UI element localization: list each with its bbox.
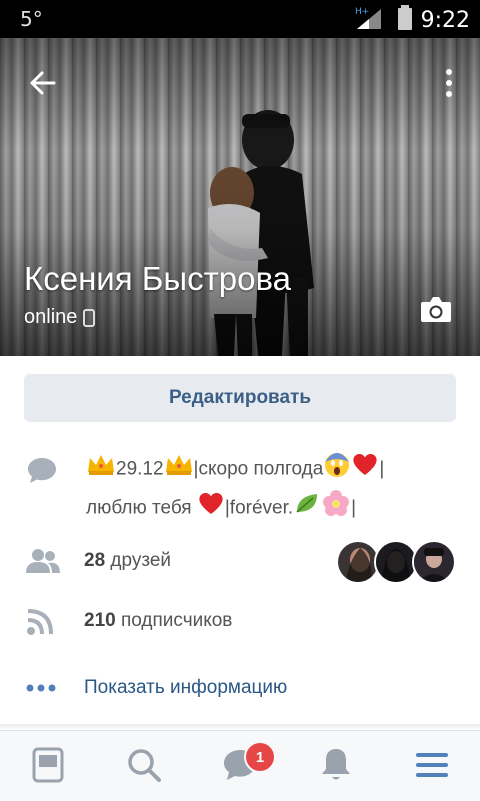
- battery-icon: [397, 5, 413, 36]
- newsfeed-icon[interactable]: [28, 745, 68, 785]
- friends-count: 28: [84, 550, 106, 571]
- flower-emoji-icon: [321, 489, 351, 528]
- scream-emoji-icon: [323, 450, 351, 489]
- bottom-tab-bar: [0, 730, 480, 801]
- status-text-line2: люблю тебя: [86, 497, 192, 519]
- status-end-bar: |: [351, 497, 357, 519]
- status-bar: 5° H+ 9:22: [0, 0, 480, 38]
- more-options-icon[interactable]: [442, 66, 456, 100]
- friends-avatars[interactable]: [336, 540, 456, 584]
- friends-icon: [26, 549, 60, 573]
- speech-bubble-icon: [28, 458, 56, 483]
- profile-status: 29.12 |скоро полгода | люблю тебя |forévеr…: [86, 450, 456, 528]
- status-text-forever: |forévеr.: [224, 497, 294, 519]
- subscribers-label: подписчиков: [120, 610, 233, 631]
- friends-link[interactable]: 28 друзей: [84, 550, 171, 572]
- dots-icon: [26, 684, 56, 692]
- show-info-link[interactable]: Показать информацию: [84, 677, 287, 699]
- network-type-text: H+: [355, 7, 369, 17]
- profile-name: Ксения Быстрова: [24, 260, 291, 297]
- heart-emoji-icon: [197, 490, 225, 527]
- search-icon[interactable]: [124, 745, 164, 785]
- clock: 9:22: [420, 8, 470, 33]
- signal-icon: H+: [353, 5, 389, 36]
- friends-label: друзей: [110, 550, 172, 571]
- subscribers-count: 210: [84, 610, 116, 631]
- subscribers-link[interactable]: 210 подписчиков: [84, 610, 232, 632]
- crown-emoji-icon: [164, 452, 194, 487]
- profile-cover: Ксения Быстрова online: [0, 38, 480, 356]
- menu-icon[interactable]: [412, 745, 452, 785]
- status-text-line1: |скоро полгода: [193, 458, 324, 480]
- avatar[interactable]: [412, 540, 456, 584]
- online-status-text: online: [24, 306, 78, 328]
- rss-icon: [27, 609, 53, 635]
- notifications-bell-icon[interactable]: [316, 745, 356, 785]
- messages-badge: 1: [244, 741, 276, 773]
- edit-profile-button[interactable]: Редактировать: [24, 374, 456, 422]
- back-arrow-icon[interactable]: [26, 66, 60, 100]
- status-date: 29.12: [116, 458, 164, 480]
- online-status: online: [24, 306, 96, 329]
- leaf-emoji-icon: [293, 490, 321, 527]
- camera-icon[interactable]: [420, 294, 452, 324]
- crown-emoji-icon: [86, 452, 116, 487]
- heart-emoji-icon: [351, 451, 379, 488]
- status-bar-sep: |: [379, 458, 385, 480]
- mobile-phone-icon: [83, 308, 96, 327]
- temperature-text: 5°: [20, 7, 43, 31]
